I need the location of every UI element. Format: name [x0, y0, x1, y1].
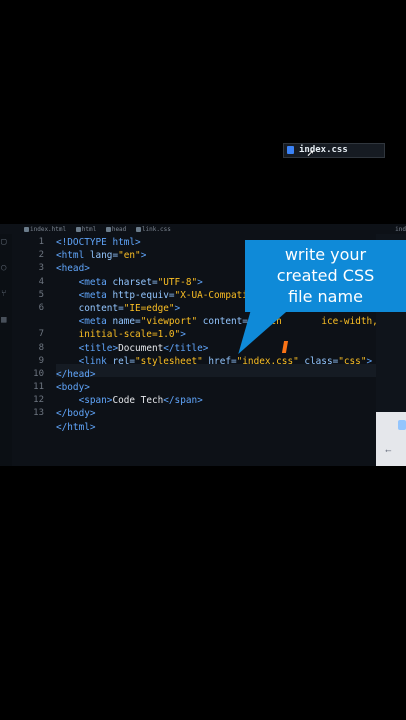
code-token: >: [180, 329, 186, 341]
code-token: Code Tech: [112, 395, 164, 407]
element-icon: [75, 227, 81, 232]
line-number: 3: [38, 263, 44, 274]
code-token: </head>: [56, 368, 96, 380]
activity-bar: ▢ ○ ⑂ ▦: [0, 234, 12, 466]
line-number: 8: [38, 342, 44, 353]
line-number: 2: [38, 250, 44, 261]
code-line: </html>: [56, 421, 376, 434]
line-number: 1: [38, 237, 44, 247]
callout-line: file name: [288, 287, 363, 306]
code-token: Document: [118, 342, 164, 354]
code-token: <meta: [56, 289, 113, 301]
breadcrumb-item[interactable]: html: [75, 226, 99, 233]
code-line: </head>: [56, 368, 376, 381]
code-token: name=: [112, 316, 141, 328]
code-token: >: [366, 355, 373, 367]
code-token: lang=: [89, 250, 119, 262]
breadcrumb-item[interactable]: head: [105, 226, 129, 233]
code-token: >: [140, 250, 147, 262]
code-line: </body>: [56, 407, 376, 420]
line-number: 12: [33, 395, 44, 406]
mouse-pointer-icon: ➚: [307, 147, 314, 160]
line-number: 7: [38, 329, 44, 340]
code-token: content=: [197, 316, 248, 328]
code-token: <link: [56, 355, 113, 367]
breadcrumb: index.html html head link.css: [24, 226, 177, 236]
code-token: initial-scale=1.0": [56, 329, 181, 341]
css-file-icon: [287, 146, 294, 154]
code-line: <body>: [56, 381, 376, 394]
code-token: "UTF-8": [157, 276, 198, 288]
code-token: <!DOCTYPE html>: [56, 237, 141, 248]
code-line: <meta name="viewport" content="width ice…: [56, 315, 378, 328]
code-token: href=: [202, 355, 237, 367]
line-number: 9: [38, 355, 44, 366]
code-token: <meta: [56, 276, 113, 288]
callout-line: write your: [284, 245, 367, 264]
code-token: >: [174, 302, 181, 314]
code-line: initial-scale=1.0">: [56, 328, 376, 341]
breadcrumb-item[interactable]: link.css: [135, 226, 174, 233]
badge-icon: [398, 420, 406, 430]
code-token: ice-width,: [321, 316, 378, 328]
side-panel[interactable]: ⟵: [376, 412, 406, 466]
code-token: </body>: [56, 408, 96, 420]
breadcrumb-item[interactable]: index.html: [24, 226, 69, 233]
arrow-left-icon[interactable]: ⟵: [386, 446, 391, 455]
code-token: "IE=edge": [123, 302, 175, 314]
code-token: rel=: [112, 355, 136, 367]
code-token: </html>: [56, 421, 96, 433]
html-file-icon: [24, 227, 29, 232]
line-number: 5: [38, 289, 44, 300]
callout-bubble: write your created CSS file name: [245, 240, 406, 312]
callout-text: write your created CSS file name: [245, 244, 406, 307]
code-token: <title>: [56, 342, 119, 354]
code-token: <meta: [56, 316, 113, 328]
extensions-icon[interactable]: ▦: [1, 316, 10, 325]
line-number: 11: [33, 382, 44, 393]
callout-line: created CSS: [276, 266, 375, 285]
code-token: "index.css": [236, 355, 299, 367]
line-number: 13: [33, 408, 44, 419]
line-number: [14, 315, 44, 328]
code-token: class=: [298, 355, 339, 367]
code-token: "stylesheet": [135, 355, 203, 367]
code-token: <head>: [56, 263, 90, 275]
code-token: </title>: [163, 342, 209, 354]
code-token: charset=: [112, 276, 158, 288]
source-control-icon[interactable]: ⑂: [1, 290, 10, 299]
code-line: <title>Document</title>: [56, 342, 376, 355]
code-token: content=: [56, 302, 124, 314]
code-token: "viewport": [140, 316, 198, 328]
code-token: "X-UA-Compatib: [174, 289, 254, 301]
code-token: <span>: [56, 395, 113, 407]
code-token: >: [197, 276, 203, 288]
code-token: </span>: [163, 395, 203, 407]
code-token: http-equiv=: [112, 289, 175, 301]
code-token: <body>: [56, 382, 90, 394]
explorer-icon[interactable]: ▢: [1, 238, 10, 247]
element-icon: [135, 227, 141, 232]
search-icon[interactable]: ○: [1, 264, 10, 273]
code-line: <span>Code Tech</span>: [56, 394, 376, 407]
element-icon: [105, 227, 111, 232]
code-token: <html: [56, 250, 90, 262]
line-numbers: 1 2 3 4 5 6 7 8 9 10 11 12 13: [14, 236, 44, 421]
line-number: 6: [38, 302, 44, 313]
code-token: "css": [338, 355, 367, 367]
code-line: <link rel="stylesheet" href="index.css" …: [56, 355, 376, 368]
line-number: 10: [33, 368, 44, 379]
autocomplete-suggestion[interactable]: index.css: [283, 143, 385, 158]
second-editor-tab[interactable]: ind: [395, 226, 406, 233]
code-token: "en": [118, 250, 141, 262]
line-number: 4: [38, 276, 44, 287]
